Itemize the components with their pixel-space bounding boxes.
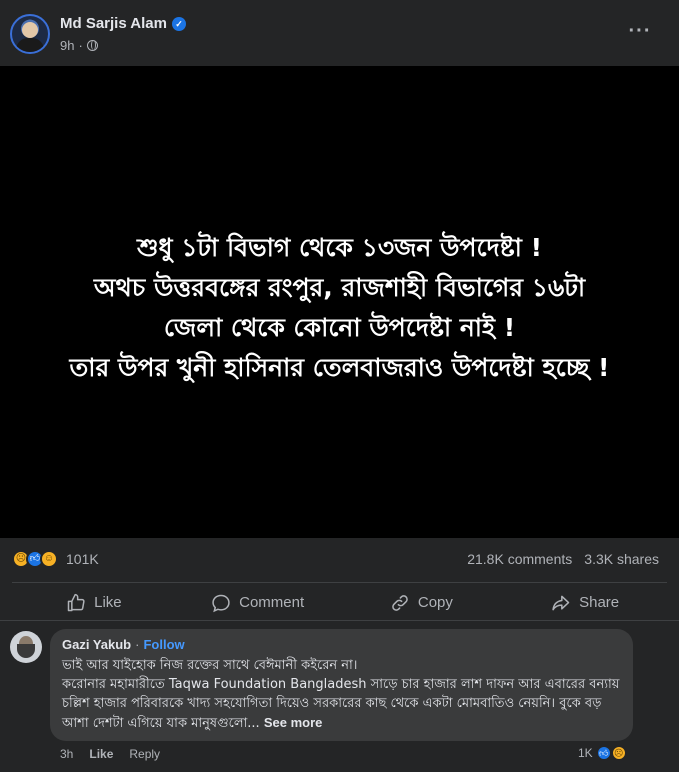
image-text-line: তার উপর খুনী হাসিনার তেলবাজরাও উপদেষ্টা … — [69, 353, 610, 382]
post-card: Md Sarjis Alam ✓ 9h · ··· শুধু ১টা বিভাগ… — [0, 0, 679, 772]
comment-reply-button[interactable]: Reply — [129, 747, 160, 761]
author-line: Md Sarjis Alam ✓ — [60, 15, 186, 32]
author-avatar[interactable] — [10, 14, 50, 54]
commenter-name[interactable]: Gazi Yakub — [62, 637, 131, 652]
see-more-link[interactable]: See more — [264, 715, 323, 730]
like-reaction-icon: 👍︎ — [595, 745, 612, 761]
comment-text-line1: ভাই আর যাইহোক নিজ রক্তের সাথে বেঈমানী কই… — [62, 658, 358, 673]
post-stats: ☹ 👍︎ ☺ 101K 21.8K comments 3.3K shares — [0, 538, 679, 582]
link-icon — [392, 594, 408, 611]
post-header: Md Sarjis Alam ✓ 9h · ··· — [0, 0, 679, 66]
comment-bubble: Gazi Yakub · Follow ভাই আর যাইহোক নিজ রক… — [50, 629, 633, 741]
follow-button[interactable]: Follow — [143, 637, 184, 652]
like-button[interactable]: Like — [12, 583, 176, 620]
comment-footer: 3h Like Reply — [60, 747, 160, 761]
thumbs-up-icon — [67, 593, 85, 611]
comment-reaction-count: 1K — [578, 746, 593, 760]
comment-header: Gazi Yakub · Follow — [62, 637, 621, 652]
commenter-beard — [17, 644, 35, 658]
share-button[interactable]: Share — [503, 583, 667, 620]
comment-text-body: করোনার মহামারীতে Taqwa Foundation Bangla… — [62, 675, 621, 733]
comment-reactions[interactable]: 1K 👍︎ ☹ — [578, 745, 627, 761]
comment-bubble-icon — [212, 594, 230, 612]
comment-separator: · — [135, 637, 140, 652]
image-text-line: জেলা থেকে কোনো উপদেষ্টা নাই ! — [163, 313, 516, 342]
reactions-summary[interactable]: ☹ 👍︎ ☺ 101K — [12, 550, 99, 568]
haha-reaction-icon: ☺ — [40, 550, 58, 568]
reaction-count: 101K — [66, 551, 99, 567]
copy-button[interactable]: Copy — [340, 583, 504, 620]
share-label: Share — [579, 594, 620, 611]
commenter-avatar[interactable] — [10, 631, 42, 663]
comment-text: ভাই আর যাইহোক নিজ রক্তের সাথে বেঈমানী কই… — [62, 656, 621, 733]
author-name[interactable]: Md Sarjis Alam — [60, 15, 167, 32]
comment-label: Comment — [239, 594, 305, 611]
like-label: Like — [94, 594, 122, 611]
image-text-line: অথচ উত্তরবঙ্গের রংপুর, রাজশাহী বিভাগের ১… — [93, 273, 586, 302]
engagement-counts: 21.8K comments 3.3K shares — [467, 551, 659, 567]
verified-badge-icon: ✓ — [171, 16, 186, 31]
comment-like-button[interactable]: Like — [89, 747, 113, 761]
post-meta: 9h · — [60, 38, 98, 53]
shares-count[interactable]: 3.3K shares — [584, 551, 659, 567]
post-image-text: শুধু ১টা বিভাগ থেকে ১৩জন উপদেষ্টা ! অথচ … — [0, 228, 679, 388]
comment-time[interactable]: 3h — [60, 747, 73, 761]
avatar-body — [16, 38, 44, 52]
more-options-button[interactable]: ··· — [620, 18, 660, 48]
globe-icon — [86, 40, 98, 51]
action-bar: Like Comment Copy Share — [12, 582, 667, 620]
comment-text-line2: করোনার মহামারীতে Taqwa Foundation Bangla… — [62, 677, 620, 731]
comment-button[interactable]: Comment — [176, 583, 340, 620]
post-image[interactable]: শুধু ১টা বিভাগ থেকে ১৩জন উপদেষ্টা ! অথচ … — [0, 66, 679, 538]
comments-count[interactable]: 21.8K comments — [467, 551, 572, 567]
image-text-line: শুধু ১টা বিভাগ থেকে ১৩জন উপদেষ্টা ! — [136, 233, 543, 262]
copy-label: Copy — [417, 594, 453, 611]
sad-reaction-icon: ☹ — [610, 745, 627, 761]
post-time[interactable]: 9h — [60, 38, 74, 53]
share-arrow-icon — [552, 595, 570, 610]
meta-separator: · — [78, 38, 83, 53]
comment-section: Gazi Yakub · Follow ভাই আর যাইহোক নিজ রক… — [0, 620, 679, 772]
avatar-face — [22, 22, 38, 38]
